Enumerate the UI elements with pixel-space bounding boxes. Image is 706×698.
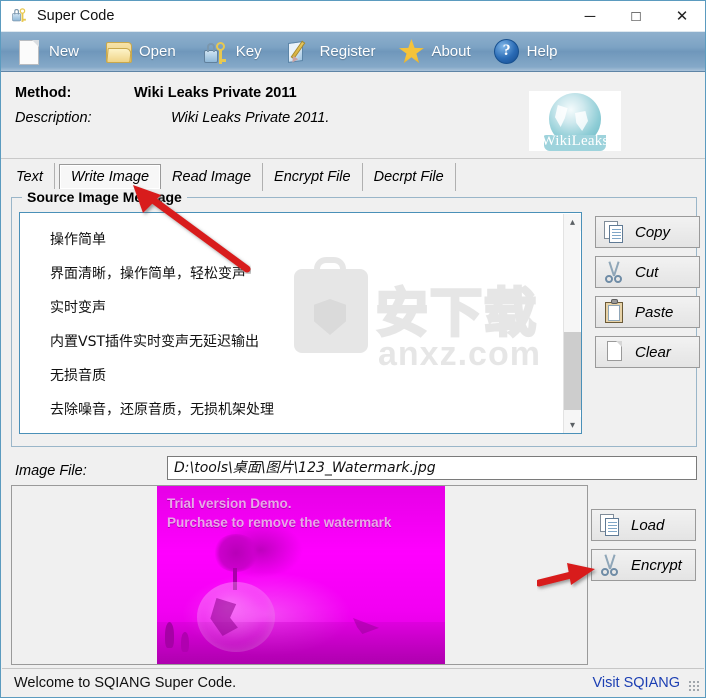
folder-open-icon [105,38,133,66]
status-message: Welcome to SQIANG Super Code. [14,674,237,691]
group-title: Source Image Message [22,189,187,205]
main-toolbar: New Open Key Register About ? Help [1,32,705,72]
toolbar-button-open[interactable]: Open [99,32,182,72]
message-line: 实时变声 [50,300,106,316]
cut-button[interactable]: Cut [595,256,700,288]
tab-read-image[interactable]: Read Image [161,163,264,191]
source-image-message-group: Source Image Message 操作简单 界面清晰，操作简单，轻松变声… [11,189,700,447]
toolbar-button-key[interactable]: Key [196,32,268,72]
app-lock-key-icon [11,7,29,25]
preview-watermark-line1: Trial version Demo. [167,496,292,511]
toolbar-label-new: New [49,43,80,60]
message-line: 界面清晰，操作简单，轻松变声 [50,266,246,282]
encrypt-button[interactable]: Encrypt [591,549,696,581]
tab-write-image[interactable]: Write Image [58,164,162,190]
toolbar-button-register[interactable]: Register [280,32,382,72]
message-vertical-scrollbar[interactable]: ▴ ▾ [563,214,581,433]
wikileaks-logo: WikiLeaks [529,91,621,151]
toolbar-label-about: About [431,43,471,60]
window-controls: ─ □ ✕ [567,1,705,32]
close-button[interactable]: ✕ [659,1,705,32]
cut-button-label: Cut [635,263,659,281]
source-message-textarea[interactable]: 操作简单 界面清晰，操作简单，轻松变声 实时变声 内置VST插件实时变声无延迟输… [19,212,582,434]
toolbar-button-about[interactable]: About [391,32,476,72]
wikileaks-logo-text: WikiLeaks [541,133,609,149]
description-value: Wiki Leaks Private 2011. [171,110,330,126]
maximize-button[interactable]: □ [613,1,659,32]
toolbar-label-help: Help [526,43,558,60]
clear-button[interactable]: Clear [595,336,700,368]
new-page-icon [15,38,43,66]
scissors-icon [602,259,628,285]
load-button-label: Load [631,516,665,534]
paste-button-label: Paste [635,303,674,321]
toolbar-button-new[interactable]: New [9,32,85,72]
scrollbar-thumb[interactable] [564,332,581,410]
copy-icon [602,219,628,245]
image-file-label: Image File: [15,463,87,479]
copy-button[interactable]: Copy [595,216,700,248]
preview-watermark-line2: Purchase to remove the watermark [167,515,392,530]
tab-bar: Text Write Image Read Image Encrypt File… [5,163,702,191]
method-value: Wiki Leaks Private 2011 [134,85,297,101]
resize-grip-icon[interactable] [688,680,700,692]
preview-watermark-text: Trial version Demo. Purchase to remove t… [167,494,391,532]
lock-key-icon [202,38,230,66]
image-file-input[interactable]: D:\tools\桌面\图片\123_Watermark.jpg [167,456,697,480]
description-label: Description: [15,110,92,126]
source-message-content: 操作简单 界面清晰，操作简单，轻松变声 实时变声 内置VST插件实时变声无延迟输… [50,223,559,427]
blank-page-icon [602,339,628,365]
message-line: 去除噪音，还原音质，无损机架处理 [50,402,274,418]
scissors-icon [598,552,624,578]
star-icon [397,38,425,66]
message-line: 内置VST插件实时变声无延迟输出 [50,334,260,350]
register-pencil-icon [286,38,314,66]
title-bar: Super Code ─ □ ✕ [1,1,705,32]
toolbar-label-register: Register [319,43,376,60]
visit-sqiang-link[interactable]: Visit SQIANG [592,675,680,691]
question-mark-icon: ? [493,38,521,66]
method-label: Method: [15,85,72,101]
message-line: 无损音质 [50,368,106,384]
scroll-down-arrow-icon[interactable]: ▾ [564,417,581,433]
image-preview-frame[interactable]: Trial version Demo. Purchase to remove t… [11,485,588,665]
window-title: Super Code [37,8,115,24]
toolbar-label-open: Open [139,43,176,60]
load-button[interactable]: Load [591,509,696,541]
clear-button-label: Clear [635,343,671,361]
image-preview: Trial version Demo. Purchase to remove t… [157,486,445,664]
copy-icon [598,512,624,538]
scroll-up-arrow-icon[interactable]: ▴ [564,214,581,231]
clipboard-icon [602,299,628,325]
tab-encrypt-file[interactable]: Encrypt File [263,163,363,191]
copy-button-label: Copy [635,223,671,241]
status-bar: Welcome to SQIANG Super Code. Visit SQIA… [2,668,704,696]
paste-button[interactable]: Paste [595,296,700,328]
tab-decrpt-file[interactable]: Decrpt File [362,163,456,191]
encrypt-button-label: Encrypt [631,556,682,574]
application-window: Super Code ─ □ ✕ New Open Key Register A… [0,0,706,698]
toolbar-button-help[interactable]: ? Help [487,32,564,72]
tab-text[interactable]: Text [5,163,55,191]
minimize-button[interactable]: ─ [567,1,613,32]
toolbar-label-key: Key [235,43,262,60]
message-line: 操作简单 [50,232,106,248]
